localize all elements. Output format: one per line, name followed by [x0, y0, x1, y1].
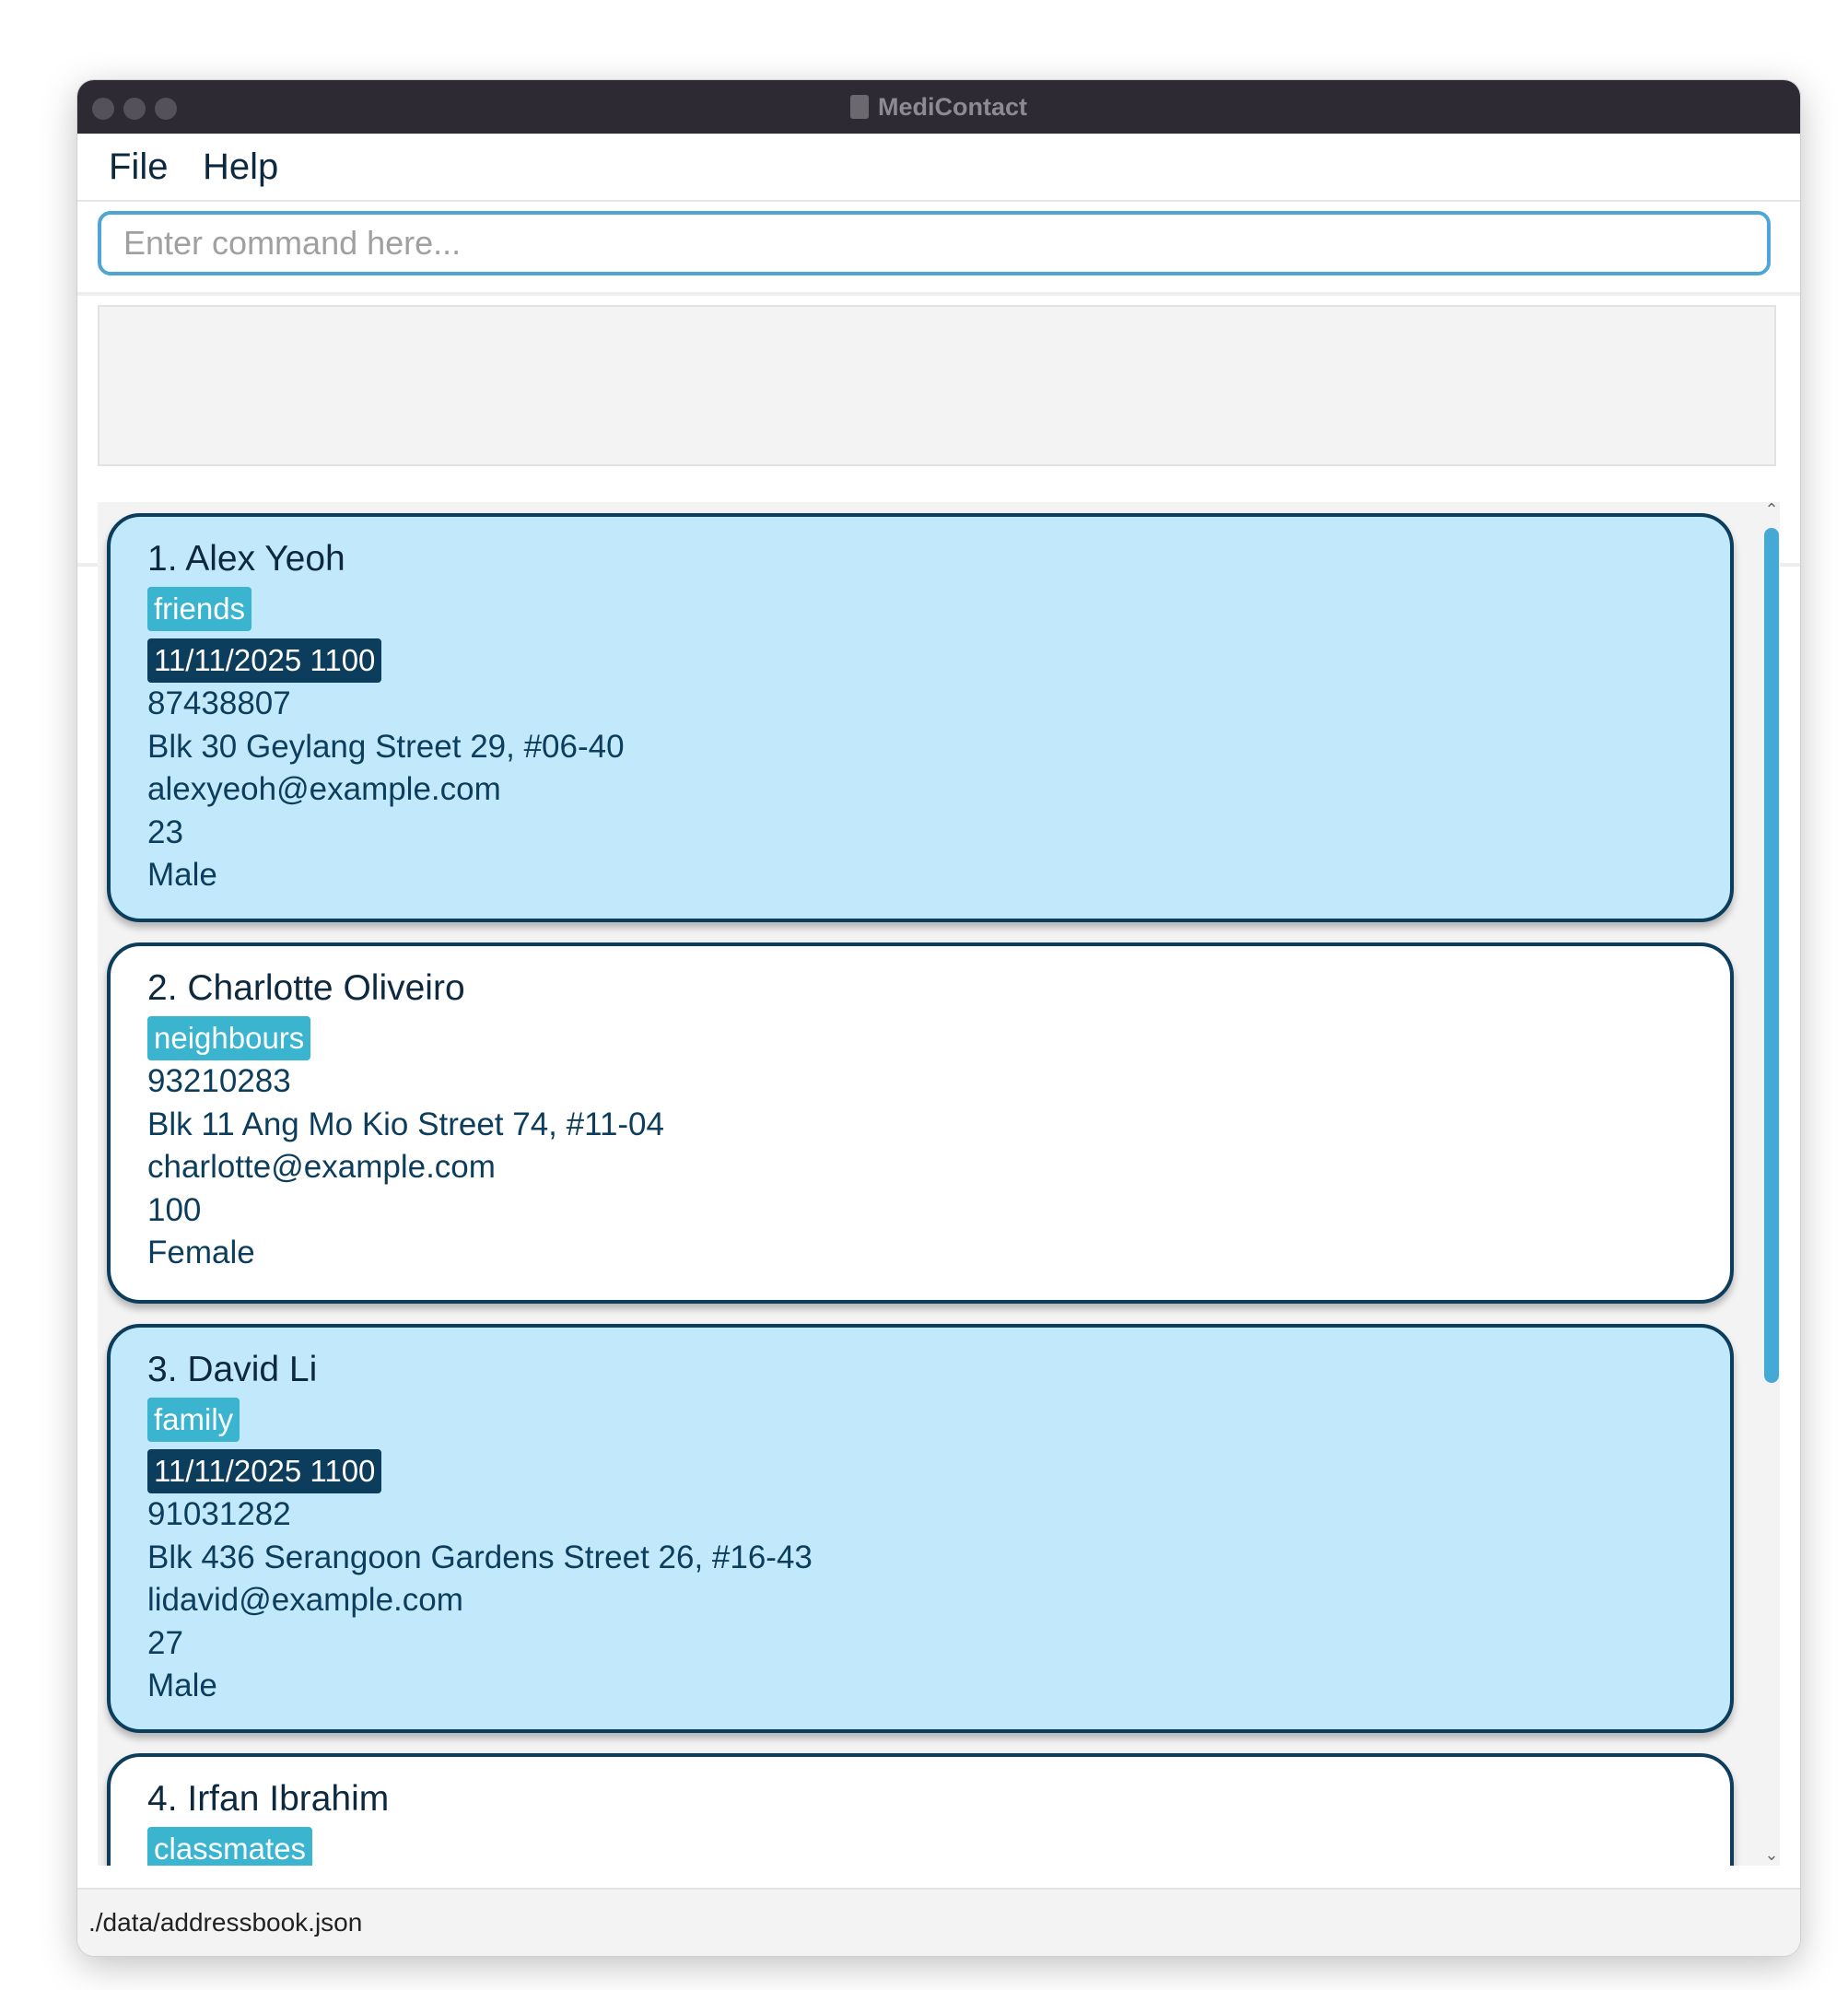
- person-phone: 93210283: [147, 1063, 291, 1099]
- scrollbar-thumb[interactable]: [1764, 528, 1779, 1383]
- command-box: [77, 200, 1800, 296]
- app-icon: [850, 95, 869, 119]
- person-card[interactable]: 4. Irfan Ibrahim classmates: [107, 1753, 1734, 1866]
- person-gender: Male: [147, 857, 217, 893]
- scrollbar[interactable]: ⌃ ⌄: [1763, 502, 1780, 1866]
- menu-help[interactable]: Help: [203, 146, 278, 188]
- person-tag: classmates: [147, 1827, 313, 1866]
- title-group: MediContact: [77, 80, 1800, 134]
- person-card[interactable]: 1. Alex Yeoh friends 11/11/2025 1100 874…: [107, 513, 1734, 922]
- person-gender: Female: [147, 1235, 255, 1270]
- person-age: 27: [147, 1624, 183, 1661]
- person-address: Blk 436 Serangoon Gardens Street 26, #16…: [147, 1539, 813, 1575]
- person-address: Blk 11 Ang Mo Kio Street 74, #11-04: [147, 1106, 664, 1142]
- person-tag: neighbours: [147, 1016, 311, 1060]
- person-age: 23: [147, 814, 183, 850]
- appointment-badge: 11/11/2025 1100: [147, 638, 382, 683]
- person-card[interactable]: 3. David Li family 11/11/2025 1100 91031…: [107, 1324, 1734, 1733]
- person-phone: 87438807: [147, 685, 291, 721]
- person-tag: friends: [147, 587, 252, 631]
- person-name: 4. Irfan Ibrahim: [147, 1779, 390, 1819]
- person-age: 100: [147, 1191, 202, 1228]
- person-gender: Male: [147, 1668, 217, 1703]
- command-input[interactable]: [98, 211, 1771, 275]
- appointment-badge: 11/11/2025 1100: [147, 1449, 382, 1493]
- scroll-up-arrow-icon[interactable]: ⌃: [1763, 502, 1780, 519]
- title-bar[interactable]: MediContact: [77, 80, 1800, 134]
- menu-bar: File Help: [77, 134, 1800, 202]
- status-bar: ./data/addressbook.json: [77, 1888, 1800, 1956]
- person-email: alexyeoh@example.com: [147, 771, 501, 807]
- result-display: [98, 305, 1776, 466]
- person-name: 2. Charlotte Oliveiro: [147, 968, 465, 1008]
- person-address: Blk 30 Geylang Street 29, #06-40: [147, 728, 625, 765]
- person-card[interactable]: 2. Charlotte Oliveiro neighbours 9321028…: [107, 942, 1734, 1304]
- person-phone: 91031282: [147, 1496, 291, 1532]
- person-email: charlotte@example.com: [147, 1149, 496, 1185]
- person-tag: family: [147, 1398, 240, 1442]
- person-name: 3. David Li: [147, 1350, 318, 1389]
- window-title: MediContact: [878, 92, 1027, 121]
- menu-file[interactable]: File: [109, 146, 168, 188]
- save-location-path: ./data/addressbook.json: [88, 1908, 363, 1937]
- person-email: lidavid@example.com: [147, 1582, 463, 1618]
- person-name: 1. Alex Yeoh: [147, 539, 345, 579]
- scroll-down-arrow-icon[interactable]: ⌄: [1763, 1847, 1780, 1864]
- person-list[interactable]: 1. Alex Yeoh friends 11/11/2025 1100 874…: [98, 502, 1780, 1866]
- app-window: MediContact File Help 1. Alex Yeoh frien…: [77, 80, 1800, 1956]
